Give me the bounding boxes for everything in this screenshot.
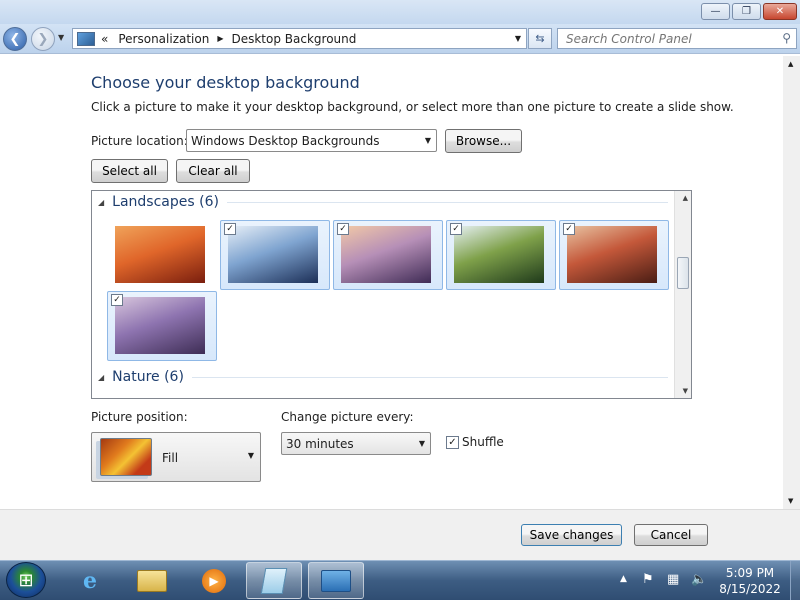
thumbnail-checkbox[interactable]: ✓ xyxy=(337,223,349,235)
picture-position-select[interactable]: Fill ▼ xyxy=(91,432,261,482)
notepad-icon xyxy=(260,567,288,594)
control-panel-icon xyxy=(77,31,95,46)
start-button[interactable]: ⊞ xyxy=(6,562,46,598)
arrow-left-icon: ❮ xyxy=(9,31,21,47)
thumbnail-landscape-stone-arch[interactable]: ✓ xyxy=(559,220,669,290)
maximize-button[interactable]: ❐ xyxy=(732,3,761,20)
picture-position-label: Picture position: xyxy=(91,410,188,424)
thumbnail-landscape-purple-shore[interactable]: ✓ xyxy=(333,220,443,290)
refresh-button[interactable]: ⇆ xyxy=(528,28,552,49)
thumbnail-checkbox[interactable]: ✓ xyxy=(224,223,236,235)
taskbar xyxy=(0,560,800,600)
group-label-landscapes: Landscapes (6) xyxy=(112,194,219,210)
collapse-triangle-icon[interactable]: ◢ xyxy=(98,198,104,207)
select-all-button[interactable]: Select all xyxy=(91,159,168,183)
forward-button[interactable]: ❯ xyxy=(31,27,55,51)
title-bar xyxy=(0,0,800,24)
search-input[interactable] xyxy=(558,29,773,48)
change-interval-value: 30 minutes xyxy=(286,436,354,451)
browse-button[interactable]: Browse... xyxy=(445,129,522,153)
picture-gallery[interactable]: ◢ Landscapes (6) ✓ ✓ ✓ ✓ ✓ ◢ Nature (6) … xyxy=(91,190,692,399)
address-dropdown-icon[interactable]: ▼ xyxy=(515,34,521,43)
save-changes-button[interactable]: Save changes xyxy=(521,524,622,546)
windows-logo-icon: ⊞ xyxy=(18,569,34,591)
close-icon: ✕ xyxy=(775,6,785,17)
chevron-down-icon: ▼ xyxy=(424,136,431,145)
thumbnail-image xyxy=(341,226,431,283)
close-button[interactable]: ✕ xyxy=(763,3,797,20)
clock-time[interactable]: 5:09 PM xyxy=(715,566,785,580)
page-title: Choose your desktop background xyxy=(91,73,360,92)
breadcrumb-overflow[interactable]: « xyxy=(101,32,108,46)
scroll-up-icon[interactable]: ▲ xyxy=(683,194,688,202)
group-divider xyxy=(226,201,668,203)
cancel-button[interactable]: Cancel xyxy=(634,524,708,546)
picture-location-label: Picture location: xyxy=(91,134,188,148)
minimize-icon: — xyxy=(710,6,721,17)
control-panel-icon xyxy=(321,569,351,592)
search-icon[interactable]: ⚲ xyxy=(782,31,791,45)
breadcrumb-personalization[interactable]: Personalization xyxy=(118,32,209,46)
shuffle-checkbox[interactable]: ✓ xyxy=(446,436,459,449)
picture-position-value: Fill xyxy=(162,451,179,465)
flower-preview-icon xyxy=(100,438,152,476)
action-center-flag-icon[interactable]: ⚑ xyxy=(642,572,654,587)
scrollbar-thumb[interactable] xyxy=(677,257,689,289)
picture-location-value: Windows Desktop Backgrounds xyxy=(191,133,380,148)
taskbar-internet-explorer[interactable]: e xyxy=(62,562,118,599)
recent-pages-dropdown[interactable]: ▼ xyxy=(58,33,64,42)
media-player-icon: ▶ xyxy=(202,568,226,593)
taskbar-media-player[interactable]: ▶ xyxy=(186,562,242,599)
thumbnail-landscape-lavender-field[interactable]: ✓ xyxy=(107,291,217,361)
volume-muted-icon[interactable]: 🔈 xyxy=(691,572,707,587)
thumbnail-landscape-waterfall[interactable]: ✓ xyxy=(446,220,556,290)
page-description: Click a picture to make it your desktop … xyxy=(91,100,734,114)
thumbnail-image xyxy=(115,297,205,354)
shuffle-label[interactable]: Shuffle xyxy=(462,435,504,449)
chevron-down-icon: ▼ xyxy=(418,439,425,448)
thumbnail-checkbox[interactable]: ✓ xyxy=(563,223,575,235)
thumbnail-landscape-red-canyon[interactable] xyxy=(107,220,217,290)
back-button[interactable]: ❮ xyxy=(3,27,27,51)
thumbnail-image xyxy=(567,226,657,283)
show-hidden-icons-icon[interactable]: ▲ xyxy=(620,574,627,584)
taskbar-file-explorer[interactable] xyxy=(124,562,180,599)
show-desktop-button[interactable] xyxy=(790,561,800,600)
scroll-down-icon[interactable]: ▼ xyxy=(788,497,793,505)
network-icon[interactable]: ▦ xyxy=(667,572,679,587)
file-explorer-icon xyxy=(137,569,167,592)
group-header-nature[interactable]: ◢ Nature (6) xyxy=(98,369,668,385)
search-box[interactable]: ⚲ xyxy=(557,28,797,49)
thumbnail-image xyxy=(228,226,318,283)
restore-icon: ❐ xyxy=(742,6,751,17)
group-header-landscapes[interactable]: ◢ Landscapes (6) xyxy=(92,191,674,219)
thumbnail-checkbox[interactable]: ✓ xyxy=(111,294,123,306)
taskbar-control-panel[interactable] xyxy=(308,562,364,599)
picture-location-select[interactable]: Windows Desktop Backgrounds ▼ xyxy=(186,129,437,152)
internet-explorer-icon: e xyxy=(83,567,97,594)
gallery-scrollbar[interactable]: ▲ ▼ xyxy=(674,191,691,398)
minimize-button[interactable]: — xyxy=(701,3,730,20)
taskbar-notepad[interactable] xyxy=(246,562,302,599)
scroll-up-icon[interactable]: ▲ xyxy=(788,60,793,68)
thumbnail-image xyxy=(115,226,205,283)
thumbnail-image xyxy=(454,226,544,283)
collapse-triangle-icon[interactable]: ◢ xyxy=(98,373,104,382)
change-interval-label: Change picture every: xyxy=(281,410,414,424)
page-scrollbar[interactable]: ▲ ▼ xyxy=(783,56,800,509)
thumbnail-landscape-ice-mountain[interactable]: ✓ xyxy=(220,220,330,290)
group-label-nature: Nature (6) xyxy=(112,369,184,385)
clear-all-button[interactable]: Clear all xyxy=(176,159,250,183)
group-divider xyxy=(191,376,668,378)
chevron-down-icon: ▼ xyxy=(247,451,254,460)
breadcrumb-desktop-background[interactable]: Desktop Background xyxy=(231,32,356,46)
change-interval-select[interactable]: 30 minutes ▼ xyxy=(281,432,431,455)
clock-date[interactable]: 8/15/2022 xyxy=(715,582,785,596)
refresh-icon: ⇆ xyxy=(535,32,545,45)
breadcrumb-separator-icon[interactable]: ▶ xyxy=(217,34,223,43)
arrow-right-icon: ❯ xyxy=(37,31,49,47)
address-bar[interactable]: « Personalization ▶ Desktop Background ▼ xyxy=(72,28,527,49)
scroll-down-icon[interactable]: ▼ xyxy=(683,387,688,395)
thumbnail-checkbox[interactable]: ✓ xyxy=(450,223,462,235)
